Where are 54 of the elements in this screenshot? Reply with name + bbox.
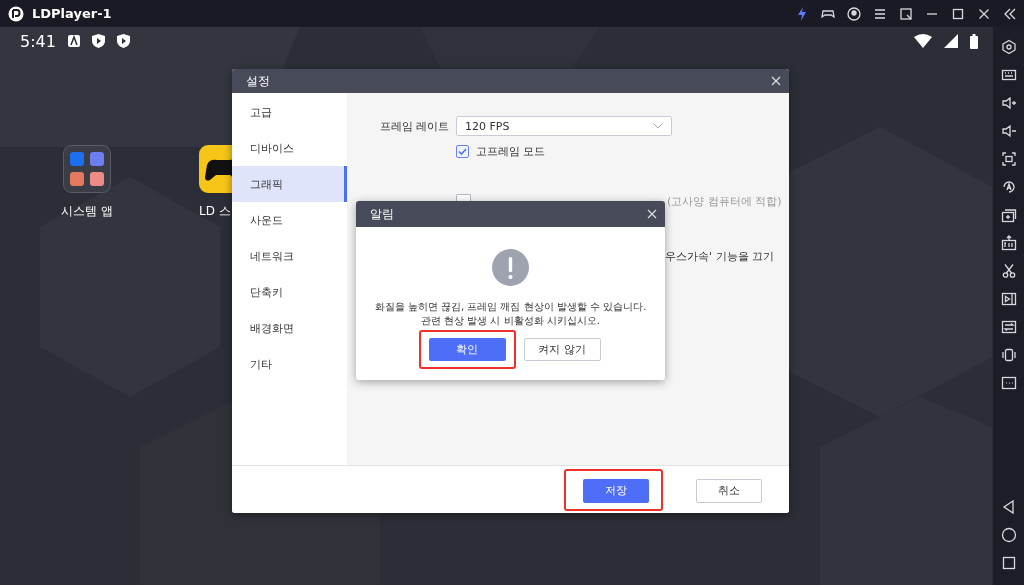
home-icon[interactable] — [1000, 527, 1017, 543]
dialog-title: 설정 — [246, 72, 270, 90]
frame-rate-dropdown[interactable]: 120 FPS — [456, 116, 672, 136]
nav-item[interactable]: 네트워크 — [232, 238, 347, 274]
hexagon-icon[interactable] — [1000, 39, 1017, 55]
folder-icon[interactable] — [63, 145, 111, 193]
nav-item[interactable]: 배경화면 — [232, 310, 347, 346]
option-label: 우스가속' 기능을 끄기 — [665, 249, 775, 264]
app-logo-icon — [8, 5, 24, 22]
video-icon[interactable] — [1000, 291, 1017, 307]
hint-text: (고사양 컴퓨터에 적합) — [667, 194, 782, 209]
cancel-button[interactable]: 취소 — [696, 478, 762, 503]
apk-icon[interactable] — [1000, 235, 1017, 251]
keyboard-icon[interactable] — [1000, 67, 1017, 83]
app-label: 시스템 앱 — [61, 203, 113, 220]
signal-icon — [944, 34, 958, 48]
clock-time: 5:41 — [20, 31, 56, 51]
shake-icon[interactable] — [1000, 347, 1017, 363]
account-icon[interactable] — [846, 5, 862, 22]
confirm-button[interactable]: 저장 — [583, 478, 649, 503]
checkbox-label: 고프레임 모드 — [476, 144, 546, 159]
nav-item[interactable]: 단축키 — [232, 274, 347, 310]
shield-play-icon — [116, 34, 130, 48]
shield-play-icon — [91, 34, 105, 48]
checkbox[interactable] — [456, 194, 471, 201]
nav-item[interactable]: 사운드 — [232, 202, 347, 238]
sync-icon[interactable] — [1000, 319, 1017, 335]
nav-item[interactable]: 기타 — [232, 346, 347, 382]
recents-icon[interactable] — [1000, 555, 1017, 571]
volume-down-icon[interactable] — [1000, 123, 1017, 139]
confirm-button[interactable]: 확인 — [428, 338, 506, 361]
dialog-title: 알림 — [370, 205, 394, 223]
warning-icon — [492, 249, 529, 286]
scissors-icon[interactable] — [1000, 263, 1017, 279]
volume-up-icon[interactable] — [1000, 95, 1017, 111]
battery-icon — [970, 33, 978, 49]
close-icon[interactable] — [647, 209, 657, 219]
add-window-icon[interactable] — [1000, 207, 1017, 223]
fullscreen-icon[interactable] — [1000, 151, 1017, 167]
checkbox[interactable] — [456, 145, 469, 158]
field-label: 프레임 레이트 — [380, 118, 451, 134]
close-icon[interactable] — [771, 76, 781, 86]
wifi-icon — [914, 34, 932, 48]
nav-item[interactable]: 그래픽 — [232, 166, 347, 202]
nav-item[interactable]: 디바이스 — [232, 130, 347, 166]
rotate-icon[interactable] — [1000, 179, 1017, 195]
chevron-down-icon — [653, 123, 663, 129]
window-title: LDPlayer-1 — [32, 6, 112, 21]
nav-item[interactable]: 고급 — [232, 94, 347, 130]
alert-message: 화질을 높히면 끊김, 프레임 깨짐 현상이 발생할 수 있습니다. 관련 현상 발생 시 비활성화 시키십시오. — [374, 300, 647, 328]
app-label: LD 스 — [199, 203, 231, 220]
cancel-button[interactable]: 켜지 않기 — [523, 338, 601, 361]
screenshot-icon[interactable] — [898, 5, 914, 22]
more-icon[interactable] — [1000, 375, 1017, 391]
